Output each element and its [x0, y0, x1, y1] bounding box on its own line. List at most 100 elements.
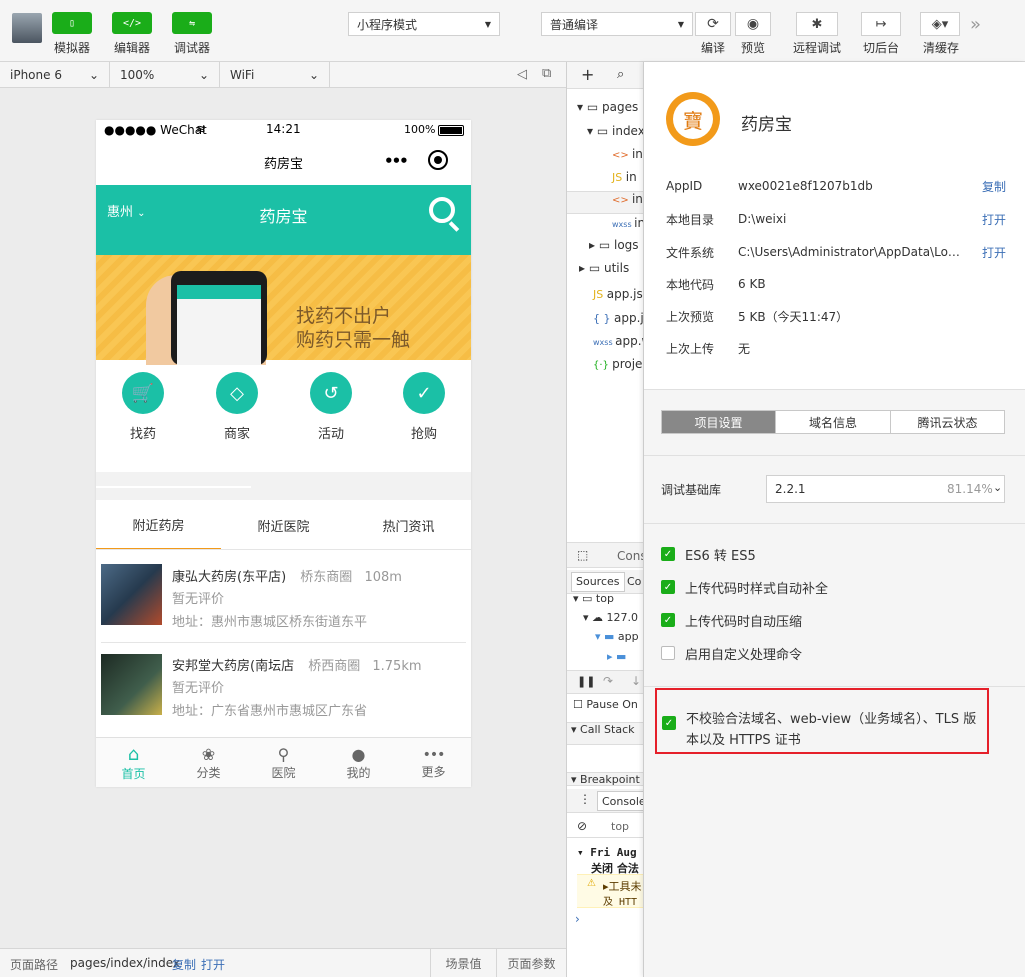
tree-label: in — [631, 192, 643, 206]
debugger-toggle-button[interactable]: ⇋ — [172, 12, 212, 34]
add-file-icon[interactable]: + — [581, 65, 594, 84]
console-prompt[interactable]: › — [575, 912, 580, 926]
xml-icon: <> — [612, 150, 632, 161]
search-icon[interactable]: ⌕ — [617, 67, 624, 82]
compile-select[interactable]: 普通编译 ▼ — [541, 12, 693, 36]
remote-debug-button[interactable]: ✱ — [796, 12, 838, 36]
tab-sources[interactable]: Sources — [571, 572, 625, 592]
info-label: 上次预览 — [666, 309, 715, 324]
preview-button[interactable]: ◉ — [735, 12, 771, 36]
store-address: 地址：广东省惠州市惠城区广东省 — [172, 704, 368, 719]
folder-icon: ▸ ▭ — [589, 238, 614, 252]
tree-item-file-selected[interactable]: <> in — [567, 191, 644, 214]
volume-icon[interactable]: ◁ — [517, 67, 527, 82]
option-style-autocomplete[interactable]: ✓ 上传代码时样式自动补全 — [661, 577, 828, 597]
tab-tencent-cloud[interactable]: 腾讯云状态 — [891, 411, 1004, 433]
list-item[interactable]: 安邦堂大药房(南坛店 桥西商圈 1.75km 暂无评价 地址：广东省惠州市惠城区… — [96, 644, 471, 734]
checkbox-checked-icon[interactable]: ✓ — [661, 613, 675, 627]
breakpoints-section[interactable]: ▾ Breakpoint — [567, 772, 644, 786]
bug-icon: ✱ — [811, 16, 823, 32]
step-over-icon[interactable]: ↷ — [603, 674, 613, 688]
check-icon[interactable]: ✓ — [403, 372, 445, 414]
option-skip-domain-check-line1[interactable]: 不校验合法域名、web-view（业务域名）、TLS 版 — [686, 708, 976, 727]
pause-on-exceptions[interactable]: ☐ Pause On — [567, 698, 644, 721]
close-capsule-icon[interactable] — [428, 150, 448, 170]
tree-item-file[interactable]: { } app.js — [567, 311, 644, 334]
clear-cache-label: 清缓存 — [923, 41, 960, 55]
kebab-menu-icon[interactable]: ⋮ — [579, 792, 591, 806]
open-path-link[interactable]: 打开 — [201, 956, 225, 973]
clear-cache-button[interactable]: ◈▾ — [920, 12, 960, 36]
tabbar-item-more[interactable]: ••• 更多 — [396, 738, 471, 787]
project-avatar[interactable] — [12, 13, 42, 43]
network-select[interactable]: WiFi ⌄ — [220, 62, 330, 88]
editor-toggle-button[interactable]: </> — [112, 12, 152, 34]
background-button[interactable]: ↦ — [861, 12, 901, 36]
tree-label: app.w — [615, 334, 644, 348]
call-stack-section[interactable]: ▾ Call Stack — [567, 722, 644, 745]
tabbar-item-hospital[interactable]: ⚲ 医院 — [246, 738, 321, 787]
more-icon: ••• — [422, 746, 446, 763]
copy-path-link[interactable]: 复制 — [172, 956, 196, 973]
banner-slogan-1: 找药不出户 — [296, 305, 392, 327]
tree-item-index[interactable]: ▾ ▭ index — [567, 124, 644, 147]
clear-console-icon[interactable]: ⊘ — [577, 819, 587, 833]
compile-button[interactable]: ⟳ — [695, 12, 731, 36]
caret-down-icon: ▾ — [577, 846, 591, 859]
list-item[interactable]: 康弘大药房(东平店) 桥东商圈 108m 暂无评价 地址：惠州市惠城区桥东街道东… — [96, 554, 471, 644]
step-into-icon[interactable]: ↓ — [631, 674, 641, 688]
tree-item-file[interactable]: wxss app.w — [567, 334, 644, 357]
option-skip-domain-check-line2[interactable]: 本以及 HTTPS 证书 — [686, 729, 801, 748]
tab-nearby-pharmacy[interactable]: 附近药房 — [96, 500, 221, 550]
device-select[interactable]: iPhone 6 ⌄ — [0, 62, 110, 88]
inspect-icon[interactable]: ⬚ — [577, 548, 588, 562]
tree-item-logs[interactable]: ▸ ▭ logs — [567, 238, 644, 261]
tab-project-settings[interactable]: 项目设置 — [662, 411, 776, 433]
find-drug-icon[interactable]: 🛒 — [122, 372, 164, 414]
tab-content-scripts[interactable]: Co — [627, 575, 641, 588]
option-es6-to-es5[interactable]: ✓ ES6 转 ES5 — [661, 544, 756, 564]
debug-lib-select[interactable]: 2.2.1 81.14% ⌄ — [766, 475, 1005, 503]
checkbox-checked-icon[interactable]: ✓ — [661, 580, 675, 594]
menu-dots-icon[interactable]: ••• — [384, 152, 409, 170]
search-icon[interactable] — [429, 197, 460, 232]
console-context[interactable]: top — [611, 820, 629, 833]
battery-icon — [438, 125, 464, 136]
tree-item-file[interactable]: {·} proje — [567, 357, 644, 380]
tab-domain-info[interactable]: 域名信息 — [776, 411, 891, 433]
tree-item-utils[interactable]: ▸ ▭ utils — [567, 261, 644, 284]
detach-window-icon[interactable]: ⧉ — [542, 66, 551, 81]
tab-hot-news[interactable]: 热门资讯 — [346, 500, 471, 550]
simulator-toggle-button[interactable]: ▯ — [52, 12, 92, 34]
option-auto-minify[interactable]: ✓ 上传代码时自动压缩 — [661, 610, 802, 630]
promo-banner[interactable]: 找药不出户 购药只需一触 — [96, 255, 471, 365]
refresh-icon[interactable]: ↺ — [310, 372, 352, 414]
open-filesystem-link[interactable]: 打开 — [982, 244, 1006, 261]
more-tools-button[interactable]: » — [970, 14, 981, 35]
tabbar-item-mine[interactable]: ● 我的 — [321, 738, 396, 787]
mode-select[interactable]: 小程序模式 ▼ — [348, 12, 500, 36]
grid-label-merchant: 商家 — [223, 427, 250, 442]
diamond-icon[interactable]: ◇ — [216, 372, 258, 414]
scene-value-button[interactable]: 场景值 — [430, 949, 496, 977]
chevron-down-icon: ⌄ — [308, 68, 319, 82]
checkbox-unchecked-icon[interactable] — [661, 646, 675, 660]
page-params-button[interactable]: 页面参数 — [496, 949, 566, 977]
checkbox-checked-icon[interactable]: ✓ — [661, 547, 675, 561]
open-local-dir-link[interactable]: 打开 — [982, 211, 1006, 228]
tree-item-file[interactable]: JS in — [567, 170, 644, 193]
option-custom-command[interactable]: 启用自定义处理命令 — [661, 643, 802, 663]
zoom-select[interactable]: 100% ⌄ — [110, 62, 220, 88]
tree-item-file[interactable]: wxss in — [567, 216, 644, 239]
tabbar-item-home[interactable]: ⌂ 首页 — [96, 738, 171, 787]
tabbar-item-category[interactable]: ❀ 分类 — [171, 738, 246, 787]
copy-appid-link[interactable]: 复制 — [982, 178, 1006, 195]
clock-label: 14:21 — [266, 122, 301, 136]
tab-nearby-hospital[interactable]: 附近医院 — [221, 500, 346, 550]
compile-select-value: 普通编译 — [550, 17, 599, 32]
tree-item-file[interactable]: <> in — [567, 147, 644, 170]
checkbox-checked-icon[interactable]: ✓ — [662, 716, 676, 730]
pause-icon[interactable]: ❚❚ — [577, 675, 595, 688]
tree-item-pages[interactable]: ▾ ▭ pages — [567, 100, 644, 123]
tree-item-file[interactable]: JS app.js — [567, 287, 644, 310]
